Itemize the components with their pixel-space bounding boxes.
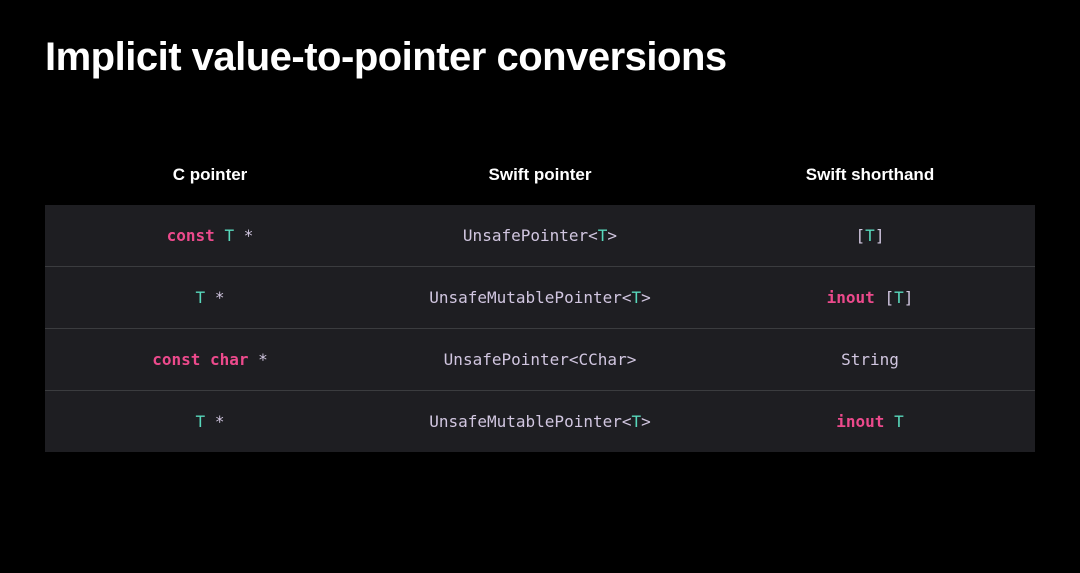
cell-swift-pointer: UnsafePointer<CChar> <box>375 329 705 390</box>
cell-swift-shorthand: String <box>705 329 1035 390</box>
table-row: T *UnsafeMutablePointer<T>inout T <box>45 391 1035 452</box>
page-title: Implicit value-to-pointer conversions <box>45 35 1035 80</box>
cell-swift-shorthand: inout [T] <box>705 267 1035 328</box>
table-row: T *UnsafeMutablePointer<T>inout [T] <box>45 267 1035 329</box>
table-row: const T *UnsafePointer<T>[T] <box>45 205 1035 267</box>
header-c-pointer: C pointer <box>45 165 375 185</box>
cell-swift-pointer: UnsafeMutablePointer<T> <box>375 267 705 328</box>
cell-c-pointer: T * <box>45 391 375 452</box>
cell-c-pointer: const T * <box>45 205 375 266</box>
slide: Implicit value-to-pointer conversions C … <box>0 0 1080 573</box>
table-header-row: C pointer Swift pointer Swift shorthand <box>45 165 1035 205</box>
cell-c-pointer: const char * <box>45 329 375 390</box>
header-swift-shorthand: Swift shorthand <box>705 165 1035 185</box>
conversion-table: C pointer Swift pointer Swift shorthand … <box>45 165 1035 452</box>
cell-swift-shorthand: inout T <box>705 391 1035 452</box>
table-row: const char *UnsafePointer<CChar>String <box>45 329 1035 391</box>
cell-swift-pointer: UnsafeMutablePointer<T> <box>375 391 705 452</box>
cell-swift-shorthand: [T] <box>705 205 1035 266</box>
header-swift-pointer: Swift pointer <box>375 165 705 185</box>
table-body: const T *UnsafePointer<T>[T]T *UnsafeMut… <box>45 205 1035 452</box>
cell-swift-pointer: UnsafePointer<T> <box>375 205 705 266</box>
cell-c-pointer: T * <box>45 267 375 328</box>
